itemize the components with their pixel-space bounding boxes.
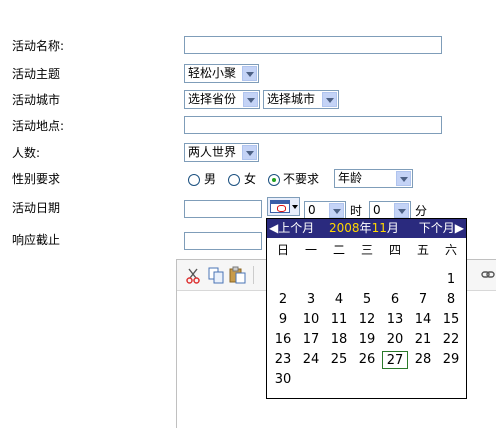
calendar-year-month: 2008年11月 <box>329 219 399 238</box>
calendar-day[interactable]: 20 <box>382 331 408 349</box>
chevron-down-icon <box>242 66 257 81</box>
city-value: 选择城市 <box>267 92 316 106</box>
calendar-day[interactable]: 30 <box>270 371 296 389</box>
toolbar-separator <box>253 266 254 284</box>
calendar-day[interactable]: 29 <box>438 351 464 369</box>
calendar-day[interactable]: 4 <box>326 291 352 309</box>
minute-value: 0 <box>373 203 381 217</box>
prev-month-button[interactable]: ◀上个月 <box>269 219 314 238</box>
calendar-day[interactable]: 25 <box>326 351 352 369</box>
calendar-day[interactable]: 14 <box>410 311 436 329</box>
chevron-down-icon <box>322 92 337 107</box>
calendar-day[interactable]: 12 <box>354 311 380 329</box>
weekday-header: 一 <box>304 243 317 257</box>
calendar-day[interactable]: 5 <box>354 291 380 309</box>
calendar-year-unit: 年 <box>359 221 372 235</box>
chevron-down-icon <box>243 92 258 107</box>
gender-male-label: 男 <box>204 172 217 186</box>
calendar-day[interactable]: 19 <box>354 331 380 349</box>
gender-requirement-label: 性别要求 <box>12 172 61 186</box>
calendar-day[interactable]: 17 <box>298 331 324 349</box>
people-count-label: 人数: <box>12 146 41 160</box>
activity-city-label: 活动城市 <box>12 93 61 107</box>
age-value: 年龄 <box>338 171 363 185</box>
calendar-day[interactable]: 13 <box>382 311 408 329</box>
calendar-month-unit: 月 <box>386 221 399 235</box>
calendar-day[interactable]: 6 <box>382 291 408 309</box>
city-select[interactable]: 选择城市 <box>263 90 339 109</box>
date-picker-button[interactable] <box>267 197 300 216</box>
calendar-popup: ◀上个月 2008年11月 下个月▶ 日一二三四五六 1 2 3 4 5 6 7 8 9 10 11… <box>266 218 467 399</box>
activity-theme-label: 活动主题 <box>12 67 61 81</box>
gender-any-radio[interactable] <box>268 174 280 186</box>
calendar-day[interactable]: 21 <box>410 331 436 349</box>
next-month-button[interactable]: 下个月▶ <box>419 219 464 238</box>
calendar-day[interactable]: 28 <box>410 351 436 369</box>
deadline-label: 响应截止 <box>12 233 61 247</box>
calendar-day-today[interactable]: 27 <box>382 351 408 369</box>
calendar-day[interactable]: 11 <box>326 311 352 329</box>
people-count-value: 两人世界 <box>188 145 237 159</box>
weekday-header: 六 <box>444 243 457 257</box>
activity-date-input[interactable] <box>184 200 262 218</box>
activity-name-input[interactable] <box>184 36 442 54</box>
calendar-day[interactable]: 15 <box>438 311 464 329</box>
activity-place-label: 活动地点: <box>12 119 65 133</box>
chevron-down-icon <box>329 203 344 218</box>
people-count-select[interactable]: 两人世界 <box>184 143 259 162</box>
deadline-input[interactable] <box>184 232 262 250</box>
gender-female-radio[interactable] <box>228 174 240 186</box>
calendar-day[interactable]: 24 <box>298 351 324 369</box>
calendar-day[interactable]: 16 <box>270 331 296 349</box>
calendar-day[interactable]: 8 <box>438 291 464 309</box>
calendar-day[interactable]: 22 <box>438 331 464 349</box>
weekday-header: 三 <box>360 243 373 257</box>
activity-theme-select[interactable]: 轻松小聚 <box>184 64 259 83</box>
weekday-header: 二 <box>332 243 345 257</box>
calendar-header: ◀上个月 2008年11月 下个月▶ <box>267 219 466 238</box>
calendar-day[interactable]: 1 <box>438 271 464 289</box>
calendar-day[interactable]: 3 <box>298 291 324 309</box>
hour-unit-label: 时 <box>350 204 363 218</box>
activity-name-label: 活动名称: <box>12 39 65 53</box>
calendar-year: 2008 <box>329 221 360 235</box>
calendar-day[interactable]: 2 <box>270 291 296 309</box>
calendar-day[interactable]: 10 <box>298 311 324 329</box>
link-icon[interactable] <box>481 270 495 280</box>
province-select[interactable]: 选择省份 <box>184 90 260 109</box>
cut-icon[interactable] <box>186 268 200 284</box>
hour-value: 0 <box>308 203 316 217</box>
calendar-day[interactable]: 23 <box>270 351 296 369</box>
activity-place-input[interactable] <box>184 116 442 134</box>
activity-theme-value: 轻松小聚 <box>188 66 237 80</box>
chevron-down-icon <box>394 203 409 218</box>
calendar-day[interactable]: 7 <box>410 291 436 309</box>
paste-icon[interactable] <box>229 266 246 284</box>
weekday-header: 五 <box>416 243 429 257</box>
calendar-day[interactable]: 26 <box>354 351 380 369</box>
chevron-down-icon <box>242 145 257 160</box>
calendar-day[interactable]: 18 <box>326 331 352 349</box>
gender-any-label: 不要求 <box>283 172 320 186</box>
province-value: 选择省份 <box>188 92 237 106</box>
weekday-header: 四 <box>388 243 401 257</box>
chevron-down-icon <box>396 171 411 186</box>
activity-date-label: 活动日期 <box>12 201 61 215</box>
gender-female-label: 女 <box>244 172 257 186</box>
dropdown-arrow-icon <box>292 205 298 209</box>
age-select[interactable]: 年龄 <box>334 169 413 188</box>
gender-male-radio[interactable] <box>188 174 200 186</box>
calendar-day[interactable]: 9 <box>270 311 296 329</box>
minute-unit-label: 分 <box>415 204 428 218</box>
calendar-month: 11 <box>371 221 387 235</box>
copy-icon[interactable] <box>208 267 224 284</box>
calendar-icon <box>270 200 290 213</box>
weekday-header: 日 <box>276 243 289 257</box>
